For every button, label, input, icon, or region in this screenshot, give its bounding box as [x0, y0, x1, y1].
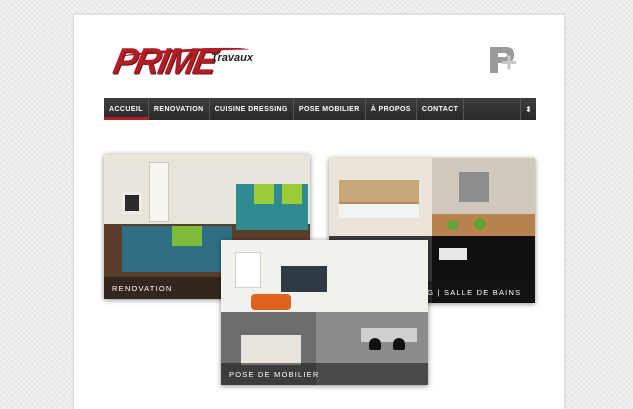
tile-photo-plant [447, 220, 459, 230]
nav-item-cuisine-dressing[interactable]: CUISINE DRESSING [210, 98, 294, 120]
tile-photo-fireplace [122, 192, 142, 214]
tile-pose-mobilier[interactable]: POSE DE MOBILIER [221, 240, 428, 385]
site-logo[interactable]: PRIME Travaux [110, 41, 264, 85]
logo-subtitle: Travaux [211, 52, 253, 64]
page-container: PRIME Travaux ACCUEIL RENOVATION CUISINE… [73, 14, 565, 409]
nav-item-accueil[interactable]: ACCUEIL [104, 98, 149, 120]
tile-photo-orange-chair [251, 294, 291, 310]
tile-label-pose: POSE DE MOBILIER [221, 363, 428, 385]
tile-photo-shelf-green [254, 184, 274, 204]
nav-item-renovation[interactable]: RENOVATION [149, 98, 210, 120]
main-navigation: ACCUEIL RENOVATION CUISINE DRESSING POSE… [104, 98, 536, 120]
nav-item-pose-mobilier[interactable]: POSE MOBILIER [294, 98, 366, 120]
tile-photo-chair-black-2 [393, 338, 405, 350]
tile-photo-tv [281, 266, 327, 292]
tile-photo-sink [439, 248, 467, 260]
tile-photo-oven [459, 172, 489, 202]
tile-photo-door [149, 162, 169, 222]
tile-photo-chair-black [369, 338, 381, 350]
tile-photo-kitchen-wood [339, 180, 419, 202]
tile-photo-shelf-green-2 [282, 184, 302, 204]
nav-item-contact[interactable]: CONTACT [417, 98, 465, 120]
nav-item-a-propos[interactable]: À PROPOS [366, 98, 417, 120]
tile-photo-white-bench [241, 335, 301, 365]
tile-photo-plant-2 [474, 218, 486, 230]
tile-photo-kitchen-counter [339, 202, 419, 218]
logo-brand: PRIME [109, 41, 220, 82]
tile-photo-cabinet-green [172, 226, 202, 246]
menu-toggle-icon[interactable]: ⬍ [520, 98, 536, 120]
tile-photo-window [235, 252, 261, 288]
p-plus-logo-icon [484, 45, 518, 75]
